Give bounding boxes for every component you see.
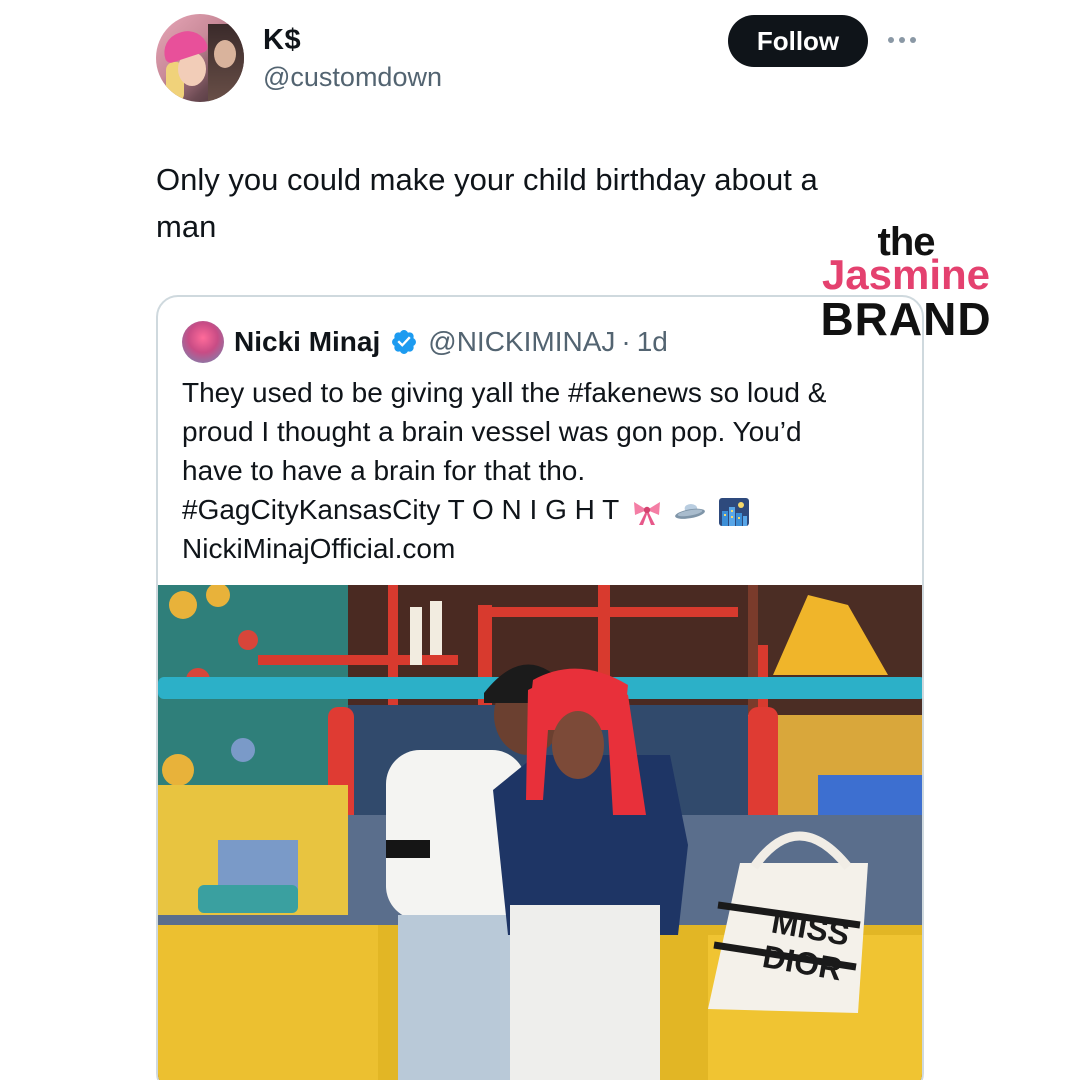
author-display-name[interactable]: K$ xyxy=(263,24,301,57)
quoted-author-handle[interactable]: @NICKIMINAJ xyxy=(428,326,615,358)
watermark-jasmine: Jasmine xyxy=(821,251,991,298)
night-city-emoji xyxy=(719,497,750,526)
hashtag-text[interactable]: #GagCityKansasCity T O N I G H T xyxy=(182,494,619,525)
quoted-author-avatar[interactable] xyxy=(182,321,224,363)
avatar-second-face xyxy=(214,40,236,68)
author-handle[interactable]: @customdown xyxy=(263,62,442,93)
quoted-text-line-hashtag: #GagCityKansasCity T O N I G H T xyxy=(182,490,902,529)
quoted-text-line: They used to be giving yall the #fakenew… xyxy=(182,377,827,408)
quoted-text-link[interactable]: NickiMinajOfficial.com xyxy=(182,529,902,568)
playground-photo-illustration: MISS DIOR xyxy=(158,585,922,1080)
quoted-tweet-text: They used to be giving yall the #fakenew… xyxy=(182,373,902,568)
tweet-text-line: Only you could make your child birthday … xyxy=(156,162,818,197)
bow-emoji xyxy=(633,501,660,525)
quoted-tweet-card[interactable]: Nicki Minaj @NICKIMINAJ · 1d They used t… xyxy=(156,295,924,1080)
follow-button[interactable]: Follow xyxy=(728,15,868,67)
more-horizontal-icon[interactable] xyxy=(888,32,922,48)
author-avatar[interactable] xyxy=(156,14,244,102)
quoted-text-line: have to have a brain for that tho. xyxy=(182,455,586,486)
flying-saucer-emoji xyxy=(675,503,706,519)
verified-badge-icon xyxy=(392,330,417,354)
separator-dot: · xyxy=(621,326,631,357)
quoted-tweet-time[interactable]: 1d xyxy=(637,326,668,358)
quoted-tweet-photo[interactable]: MISS DIOR xyxy=(158,585,922,1080)
quoted-author-name[interactable]: Nicki Minaj xyxy=(234,326,380,358)
quoted-tweet-header: Nicki Minaj @NICKIMINAJ · 1d xyxy=(182,319,668,365)
quoted-text-line: proud I thought a brain vessel was gon p… xyxy=(182,416,802,447)
watermark-brand: BRAND xyxy=(820,293,992,345)
brand-watermark: the Jasmine BRAND xyxy=(800,222,1012,345)
